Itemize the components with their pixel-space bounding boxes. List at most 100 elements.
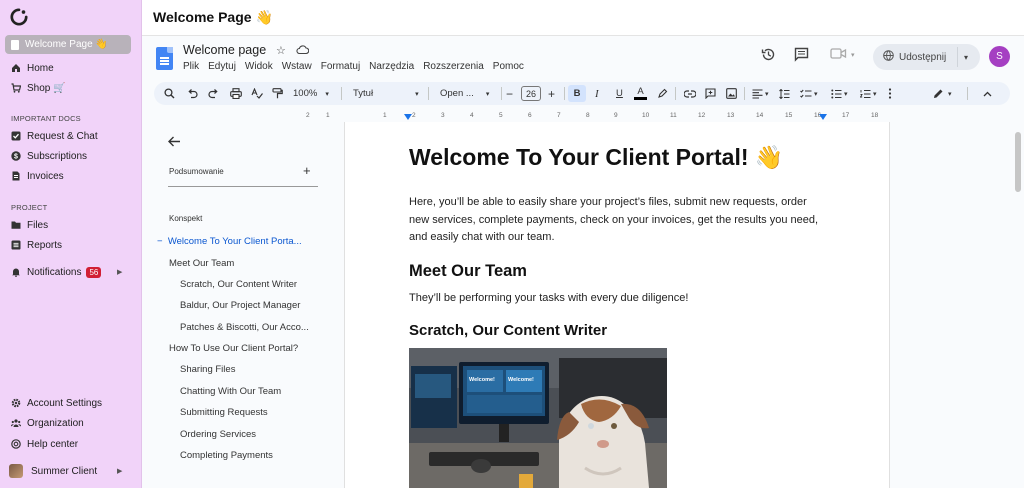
sidebar-item-reports[interactable]: Reports <box>11 238 62 252</box>
sidebar-item-label: Shop 🛒 <box>27 82 66 94</box>
more-options-icon[interactable] <box>888 82 892 105</box>
menu-insert[interactable]: Wstaw <box>282 61 312 72</box>
right-indent-marker[interactable] <box>819 114 827 120</box>
italic-button[interactable]: I <box>595 82 599 105</box>
sidebar-item-request-chat[interactable]: Request & Chat <box>11 129 98 143</box>
scrollbar-thumb[interactable] <box>1015 132 1021 192</box>
outline-item[interactable]: Patches & Biscotti, Our Acco... <box>180 322 309 333</box>
print-icon[interactable] <box>230 82 242 105</box>
align-icon[interactable]: ▾ <box>752 82 769 105</box>
outline-item[interactable]: Meet Our Team <box>169 258 234 269</box>
line-spacing-icon[interactable] <box>779 82 790 105</box>
cloud-status-icon[interactable] <box>296 44 310 58</box>
zoom-select[interactable]: 100% ▾ <box>293 82 329 105</box>
outline-item[interactable]: Submitting Requests <box>180 407 268 418</box>
decrease-font-size-button[interactable]: − <box>506 82 513 105</box>
star-icon[interactable]: ☆ <box>276 44 286 58</box>
sidebar-item-label: Account Settings <box>27 397 103 409</box>
style-select[interactable]: Tytuł ▾ <box>353 82 419 105</box>
document-title[interactable]: Welcome page <box>183 43 266 57</box>
bulleted-list-icon[interactable]: ▾ <box>831 82 848 105</box>
highlight-icon[interactable] <box>657 82 668 105</box>
globe-icon <box>883 50 894 64</box>
share-divider <box>957 47 958 67</box>
font-size-value: 26 <box>521 86 541 101</box>
sidebar-item-label: Request & Chat <box>27 130 98 142</box>
outline-item[interactable]: Ordering Services <box>180 429 256 440</box>
ruler-mark: 1 <box>326 112 330 119</box>
checklist-icon[interactable]: ▾ <box>800 82 818 105</box>
sidebar-item-invoices[interactable]: Invoices <box>11 169 64 183</box>
collapse-toolbar-icon[interactable] <box>983 82 992 105</box>
redo-icon[interactable] <box>208 82 219 105</box>
chevron-right-icon[interactable]: ▶ <box>117 467 122 475</box>
section-project: PROJECT <box>11 203 48 212</box>
outline-item[interactable]: − Welcome To Your Client Porta... <box>157 236 302 247</box>
sidebar-item-notifications[interactable]: Notifications 56 <box>11 265 102 279</box>
outline-item[interactable]: Scratch, Our Content Writer <box>180 279 297 290</box>
help-icon <box>11 439 21 449</box>
bold-button[interactable]: B <box>568 82 586 105</box>
bold-label: B <box>568 85 586 102</box>
chevron-right-icon[interactable]: ▶ <box>117 268 122 276</box>
version-history-icon[interactable] <box>761 47 776 65</box>
menu-edit[interactable]: Edytuj <box>208 61 236 72</box>
outline-item[interactable]: Completing Payments <box>180 450 273 461</box>
zoom-value: 100% <box>293 88 318 99</box>
sidebar-item-files[interactable]: Files <box>11 218 48 232</box>
menu-format[interactable]: Formatuj <box>321 61 360 72</box>
increase-font-size-button[interactable]: + <box>548 82 555 105</box>
undo-icon[interactable] <box>187 82 198 105</box>
account-switcher[interactable]: Summer Client <box>9 463 97 479</box>
svg-text:$: $ <box>14 154 18 161</box>
left-indent-marker[interactable] <box>404 114 412 120</box>
ruler-mark: 7 <box>557 112 561 119</box>
meet-video-icon[interactable] <box>830 47 847 63</box>
outline-item[interactable]: How To Use Our Client Portal? <box>169 343 298 354</box>
text-color-button[interactable]: A <box>634 82 647 105</box>
sidebar-item-help-center[interactable]: Help center <box>11 437 78 451</box>
menu-file[interactable]: Plik <box>183 61 199 72</box>
sidebar-item-organization[interactable]: Organization <box>10 416 84 430</box>
editing-mode-icon[interactable]: ▾ <box>933 82 952 105</box>
outline-item[interactable]: Baldur, Our Project Manager <box>180 300 300 311</box>
chevron-down-icon: ▾ <box>325 90 329 98</box>
outline-label: Konspekt <box>169 214 203 223</box>
sidebar-item-home[interactable]: Home <box>11 61 54 75</box>
menu-help[interactable]: Pomoc <box>493 61 524 72</box>
sidebar-item-subscriptions[interactable]: $ Subscriptions <box>11 149 87 163</box>
font-select[interactable]: Open ... ▾ <box>440 82 489 105</box>
user-avatar[interactable]: S <box>989 46 1010 67</box>
menu-tools[interactable]: Narzędzia <box>369 61 414 72</box>
outline-item[interactable]: Sharing Files <box>180 364 235 375</box>
sidebar-item-welcome-page[interactable]: Welcome Page 👋 <box>5 35 131 54</box>
underline-button[interactable]: U <box>616 82 623 105</box>
back-arrow-icon[interactable] <box>168 134 181 152</box>
outline-item[interactable]: Chatting With Our Team <box>180 386 281 397</box>
chevron-down-icon: ▾ <box>485 90 490 98</box>
font-size-field[interactable]: 26 <box>521 82 541 105</box>
ruler-mark: 2 <box>306 112 310 119</box>
menu-view[interactable]: Widok <box>245 61 273 72</box>
monitor-screen-text: Welcome! <box>508 377 534 383</box>
add-comment-icon[interactable] <box>705 82 716 105</box>
sidebar-item-shop[interactable]: Shop 🛒 <box>11 81 66 95</box>
menu-extensions[interactable]: Rozszerzenia <box>423 61 484 72</box>
ruler-mark: 8 <box>586 112 590 119</box>
comments-icon[interactable] <box>794 47 809 65</box>
document-page[interactable]: Welcome To Your Client Portal! 👋 Here, y… <box>344 122 890 488</box>
numbered-list-icon[interactable]: ▾ <box>860 82 877 105</box>
chevron-down-icon[interactable]: ▾ <box>851 51 855 59</box>
spellcheck-icon[interactable] <box>251 82 263 105</box>
insert-image-icon[interactable] <box>726 82 737 105</box>
folder-icon <box>11 220 21 230</box>
add-summary-button[interactable]: + <box>303 163 311 178</box>
share-button[interactable]: Udostępnij ▾ <box>873 44 980 70</box>
link-icon[interactable] <box>684 82 696 105</box>
ruler-mark: 12 <box>698 112 706 119</box>
sidebar-item-account-settings[interactable]: Account Settings <box>11 396 102 410</box>
search-icon[interactable] <box>164 82 175 105</box>
paint-format-icon[interactable] <box>272 82 283 105</box>
document-icon <box>11 39 19 50</box>
chevron-down-icon[interactable]: ▾ <box>964 53 968 62</box>
